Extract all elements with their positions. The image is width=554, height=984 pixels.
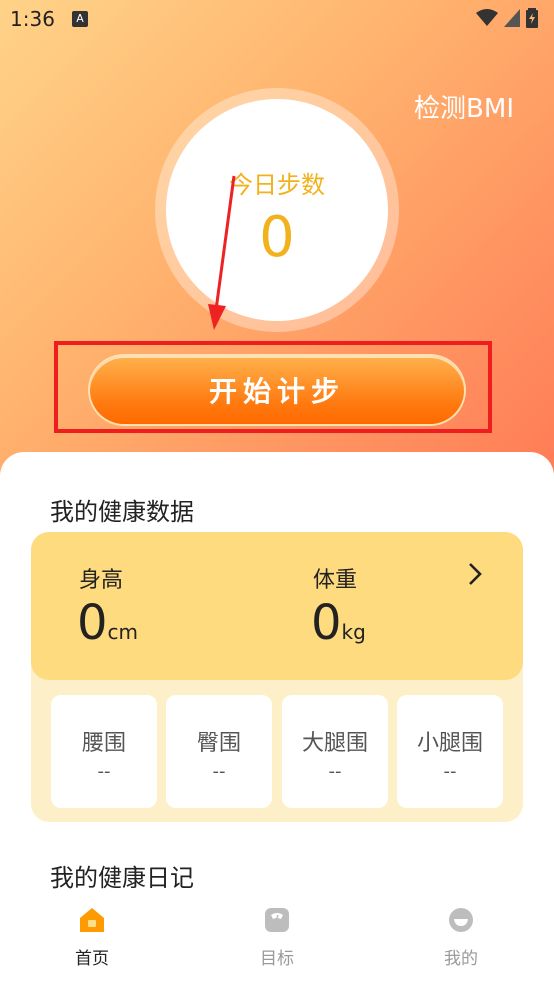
chevron-right-icon[interactable] — [461, 560, 489, 588]
weight-value: 0 — [311, 595, 342, 651]
notification-icon: A — [72, 11, 88, 27]
bmi-check-link[interactable]: 检测BMI — [414, 88, 514, 125]
health-data-title: 我的健康数据 — [50, 498, 194, 526]
waist-label: 腰围 — [81, 731, 126, 756]
step-counter-circle: 今日步数 0 — [166, 99, 388, 321]
wifi-icon — [476, 9, 498, 26]
start-counting-button[interactable]: 开始计步 — [90, 356, 464, 424]
height-value-group: 0cm — [77, 598, 138, 657]
calf-value: -- — [443, 761, 457, 782]
waist-box[interactable]: 腰围 -- — [51, 695, 157, 808]
thigh-label: 大腿围 — [301, 731, 368, 756]
height-unit: cm — [107, 620, 139, 644]
hip-value: -- — [212, 761, 226, 782]
status-time: 1:36 — [10, 7, 55, 31]
tab-home-label: 首页 — [75, 949, 109, 969]
hip-label: 臀围 — [196, 731, 241, 756]
bottom-tab-bar: 首页 目标 我的 — [0, 900, 554, 984]
thigh-value: -- — [328, 761, 342, 782]
calf-label: 小腿围 — [416, 731, 483, 756]
tab-home[interactable]: 首页 — [32, 900, 152, 969]
steps-label: 今日步数 — [229, 171, 325, 199]
profile-icon — [449, 908, 473, 932]
status-bar: 1:36 A — [0, 0, 554, 38]
weight-value-group: 0kg — [311, 598, 366, 657]
height-value: 0 — [77, 595, 108, 651]
waist-value: -- — [97, 761, 111, 782]
body-metrics-card[interactable]: 身高 0cm 体重 0kg — [31, 532, 523, 680]
steps-value: 0 — [259, 205, 295, 270]
thigh-box[interactable]: 大腿围 -- — [282, 695, 388, 808]
tab-goal[interactable]: 目标 — [217, 900, 337, 969]
height-label: 身高 — [79, 568, 124, 593]
status-icons — [476, 8, 538, 28]
health-diary-title: 我的健康日记 — [50, 864, 194, 892]
hip-box[interactable]: 臀围 -- — [166, 695, 272, 808]
battery-icon — [526, 8, 538, 28]
signal-icon — [504, 9, 520, 27]
scale-icon — [265, 908, 289, 932]
health-data-card: 身高 0cm 体重 0kg 腰围 -- 臀围 -- 大腿围 -- 小腿围 -- — [31, 532, 523, 822]
calf-box[interactable]: 小腿围 -- — [397, 695, 503, 808]
home-icon — [80, 908, 104, 932]
weight-unit: kg — [341, 620, 366, 644]
step-counter-ring: 今日步数 0 — [155, 88, 399, 332]
tab-mine-label: 我的 — [444, 949, 478, 969]
tab-goal-label: 目标 — [260, 949, 294, 969]
weight-label: 体重 — [313, 568, 358, 593]
tab-mine[interactable]: 我的 — [401, 900, 521, 969]
